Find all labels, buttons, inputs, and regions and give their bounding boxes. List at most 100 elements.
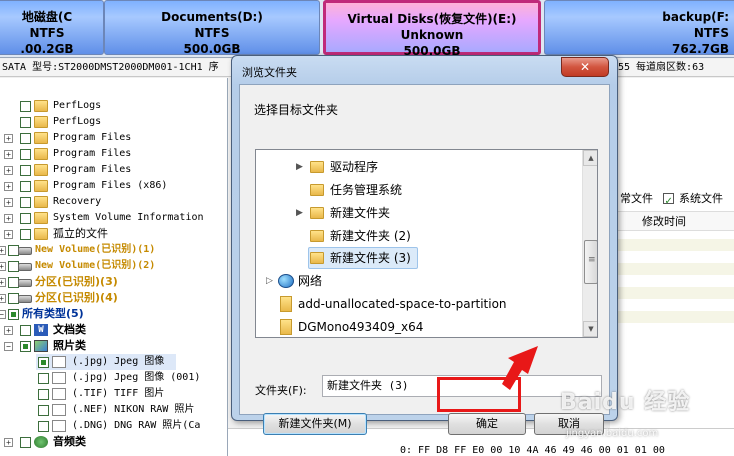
tree-node-label: Recovery xyxy=(53,196,102,207)
folder-icon xyxy=(310,230,324,242)
tree-node[interactable]: (.NEF) NIKON RAW 照片 xyxy=(36,402,227,418)
checkbox[interactable] xyxy=(38,405,49,416)
expand-icon[interactable]: + xyxy=(4,182,13,191)
expand-icon[interactable]: + xyxy=(4,150,13,159)
expand-icon[interactable]: + xyxy=(0,294,6,303)
network-icon xyxy=(278,274,294,288)
expand-icon[interactable]: + xyxy=(0,246,6,255)
expand-icon[interactable]: + xyxy=(4,198,13,207)
expand-icon[interactable]: + xyxy=(4,166,13,175)
list-row[interactable] xyxy=(616,263,734,275)
tree-node[interactable]: + Recovery xyxy=(0,194,227,210)
folder-item[interactable]: 新建文件夹 (2) xyxy=(256,225,582,247)
checkbox[interactable] xyxy=(20,197,31,208)
tree-node[interactable]: + 分区(已识别)(3) xyxy=(0,274,227,290)
checkbox[interactable] xyxy=(20,325,31,336)
tree-node[interactable]: + W 文档类 xyxy=(0,322,227,338)
folder-icon xyxy=(34,212,48,224)
tree-node-selected[interactable]: (.jpg) Jpeg 图像 xyxy=(36,354,176,370)
checkbox[interactable] xyxy=(38,421,49,432)
tree-node[interactable]: + 分区(已识别)(4) xyxy=(0,290,227,306)
jpeg-file-icon xyxy=(52,356,66,368)
folder-item[interactable]: 任务管理系统 xyxy=(256,179,582,201)
partition-fs: NTFS xyxy=(693,26,729,40)
checkbox[interactable] xyxy=(8,309,19,320)
checkbox[interactable] xyxy=(38,389,49,400)
tree-node[interactable]: PerfLogs xyxy=(0,98,227,114)
tree-node[interactable]: PerfLogs xyxy=(0,114,227,130)
collapse-icon[interactable]: − xyxy=(0,310,6,319)
tree-node[interactable]: (.DNG) DNG RAW 照片(Ca xyxy=(36,418,227,434)
folder-icon xyxy=(34,196,48,208)
tree-node[interactable]: + Program Files xyxy=(0,130,227,146)
column-header[interactable]: 修改时间 xyxy=(610,211,734,231)
folder-item-label: add-unallocated-space-to-partition xyxy=(298,297,507,311)
checkbox[interactable] xyxy=(20,165,31,176)
vertical-scrollbar[interactable]: ▲ ▼ xyxy=(582,150,597,337)
expand-icon[interactable]: + xyxy=(4,230,13,239)
scroll-down-icon[interactable]: ▼ xyxy=(583,321,597,337)
tree-node[interactable]: − 所有类型(5) xyxy=(0,306,227,322)
network-item[interactable]: ▷ 网络 xyxy=(256,270,582,292)
folder-item-label: 网络 xyxy=(298,274,323,288)
list-row[interactable] xyxy=(616,311,734,323)
folder-item[interactable]: add-unallocated-space-to-partition xyxy=(256,293,582,315)
checkbox[interactable] xyxy=(20,117,31,128)
checkbox[interactable] xyxy=(20,341,31,352)
ok-button[interactable]: 确定 xyxy=(448,413,526,435)
checkbox[interactable] xyxy=(20,437,31,448)
checkbox[interactable] xyxy=(38,357,49,368)
folder-icon xyxy=(34,164,48,176)
chevron-right-icon[interactable]: ▷ xyxy=(266,270,273,292)
collapse-icon[interactable]: − xyxy=(4,342,13,351)
tree-node[interactable]: + New Volume(已识别)(1) xyxy=(0,242,227,258)
chevron-right-icon[interactable]: ▶ xyxy=(296,202,303,224)
checkbox[interactable] xyxy=(20,181,31,192)
partition-f[interactable]: backup(F: NTFS 762.7GB xyxy=(544,0,734,56)
folder-item[interactable]: DGMono493409_x64 xyxy=(256,316,582,337)
expand-icon[interactable]: + xyxy=(4,326,13,335)
expand-icon[interactable]: + xyxy=(4,134,13,143)
folder-icon xyxy=(280,296,292,312)
tree-node[interactable]: + 音频类 xyxy=(0,434,227,450)
checkbox[interactable] xyxy=(20,101,31,112)
expand-icon[interactable]: + xyxy=(0,262,6,271)
folder-item[interactable]: ▶ 新建文件夹 xyxy=(256,202,582,224)
checkbox[interactable] xyxy=(20,229,31,240)
modified-time-header[interactable]: 修改时间 xyxy=(642,215,686,228)
tree-node[interactable]: + New Volume(已识别)(2) xyxy=(0,258,227,274)
folder-item-selected[interactable]: 新建文件夹 (3) xyxy=(256,247,582,269)
system-files-checkbox[interactable] xyxy=(662,191,674,213)
scroll-up-icon[interactable]: ▲ xyxy=(583,150,597,166)
expand-icon[interactable]: + xyxy=(4,438,13,447)
checkbox[interactable] xyxy=(38,373,49,384)
tree-node[interactable]: + 孤立的文件 xyxy=(0,226,227,242)
dialog-title: 浏览文件夹 xyxy=(242,66,297,79)
partition-c[interactable]: 地磁盘(C NTFS .00.2GB xyxy=(0,0,104,56)
partition-d[interactable]: Documents(D:) NTFS 500.0GB xyxy=(104,0,320,56)
folder-icon xyxy=(34,180,48,192)
chevron-right-icon[interactable]: ▶ xyxy=(296,156,303,178)
list-row[interactable] xyxy=(616,239,734,251)
folder-item[interactable]: ▶ 驱动程序 xyxy=(256,156,582,178)
partition-name: 地磁盘(C xyxy=(21,10,73,24)
expand-icon[interactable]: + xyxy=(0,278,6,287)
checkbox[interactable] xyxy=(20,133,31,144)
partition-e-selected[interactable]: Virtual Disks(恢复文件)(E:) Unknown 500.0GB xyxy=(323,0,541,58)
scroll-thumb[interactable] xyxy=(584,240,597,284)
tree-node[interactable]: (.TIF) TIFF 图片 xyxy=(36,386,227,402)
close-button[interactable]: ✕ xyxy=(561,57,609,77)
tree-node[interactable]: − 照片类 xyxy=(0,338,227,354)
folder-tree-list[interactable]: ▶ 驱动程序 任务管理系统 ▶ 新建文件夹 新建文件夹 (2) 新建文件夹 (3… xyxy=(255,149,598,338)
tree-node[interactable]: + Program Files xyxy=(0,146,227,162)
tree-node[interactable]: + Program Files xyxy=(0,162,227,178)
new-folder-button[interactable]: 新建文件夹(M) xyxy=(263,413,367,435)
file-tree-panel[interactable]: PerfLogs PerfLogs + Program Files + Prog… xyxy=(0,78,228,456)
list-row[interactable] xyxy=(616,287,734,299)
checkbox[interactable] xyxy=(20,149,31,160)
tree-node[interactable]: + Program Files (x86) xyxy=(0,178,227,194)
expand-icon[interactable]: + xyxy=(4,214,13,223)
checkbox[interactable] xyxy=(20,213,31,224)
tree-node[interactable]: (.jpg) Jpeg 图像 (001) xyxy=(36,370,227,386)
tree-node[interactable]: + System Volume Information xyxy=(0,210,227,226)
